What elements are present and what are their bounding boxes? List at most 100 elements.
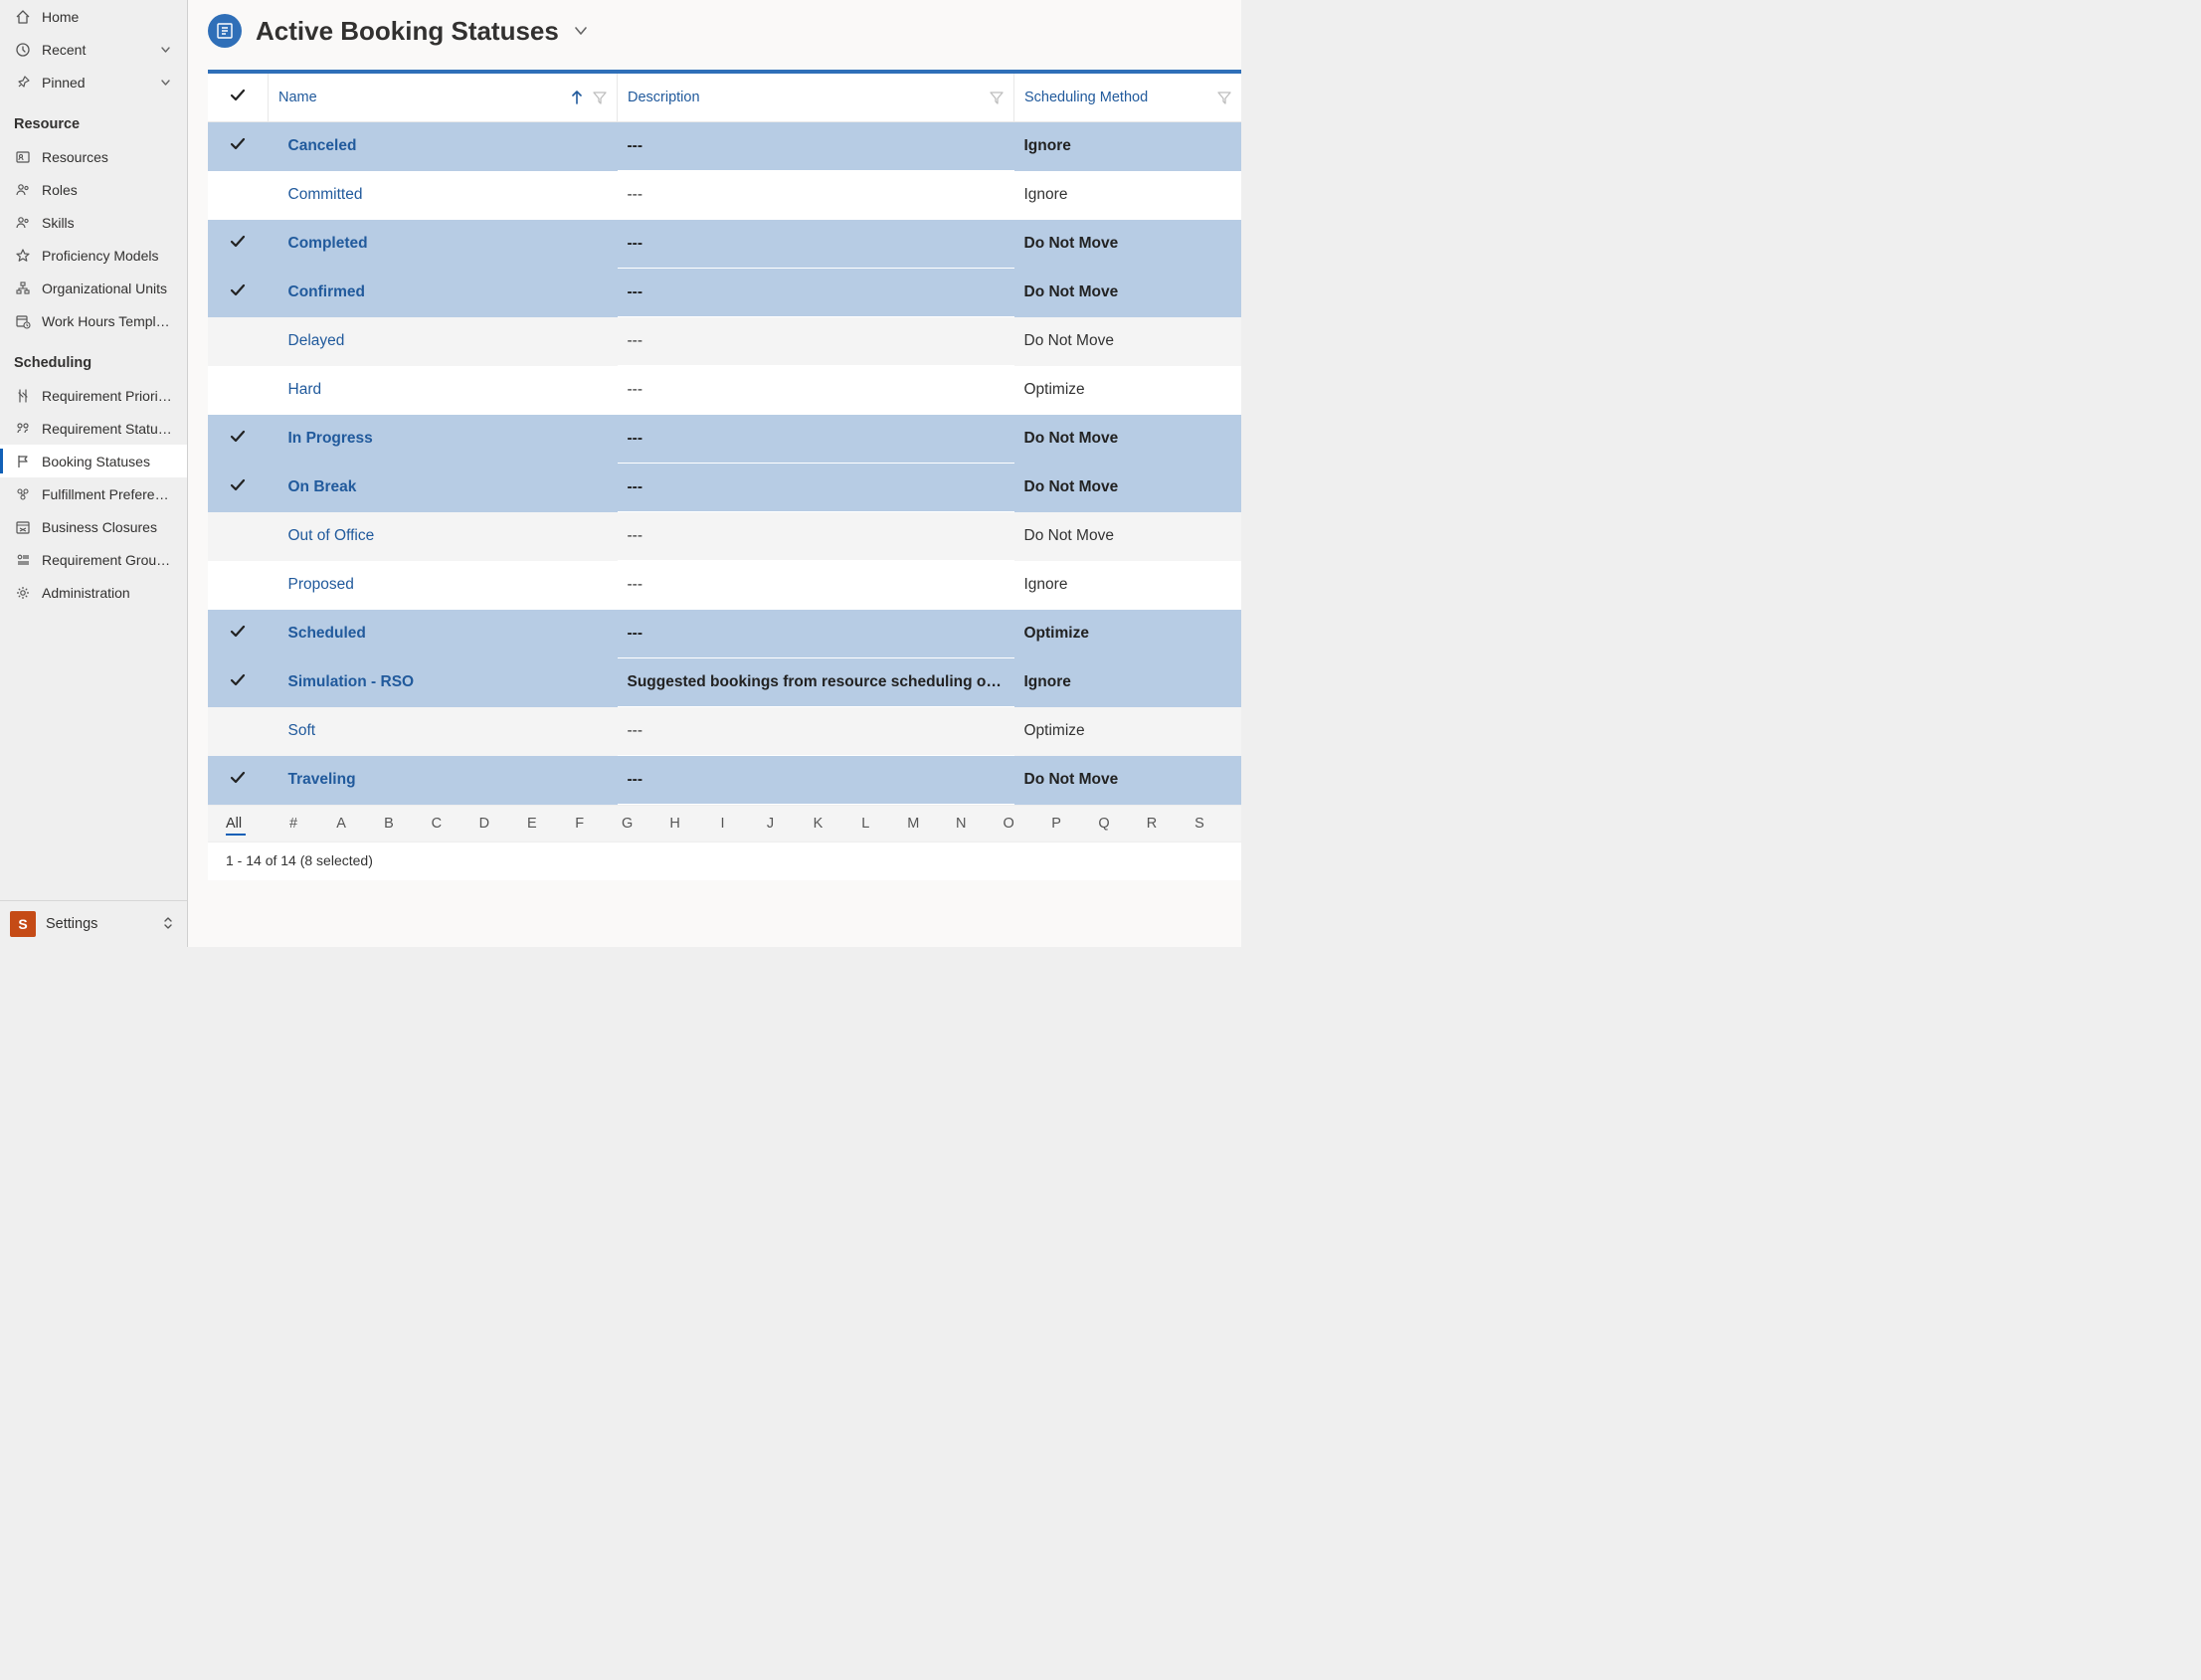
nav-item-recent[interactable]: Recent <box>0 33 187 66</box>
nav-item-business-closures[interactable]: Business Closures <box>0 510 187 543</box>
record-link[interactable]: Scheduled <box>288 625 366 642</box>
page-title[interactable]: Active Booking Statuses <box>256 16 559 47</box>
table-row[interactable]: Hard---Optimize <box>208 366 1241 415</box>
record-count: 1 - 14 of 14 (8 selected) <box>226 852 373 868</box>
row-select[interactable] <box>208 610 269 658</box>
alpha-filter-j[interactable]: J <box>747 816 795 832</box>
chevron-down-icon[interactable] <box>573 23 589 39</box>
record-link[interactable]: Simulation - RSO <box>288 673 415 690</box>
record-link[interactable]: Committed <box>288 186 363 203</box>
cell-description: --- <box>618 220 1014 269</box>
select-all-header[interactable] <box>208 74 269 122</box>
record-link[interactable]: Completed <box>288 235 368 252</box>
alpha-filter-e[interactable]: E <box>508 816 556 832</box>
nav-item-pinned[interactable]: Pinned <box>0 66 187 98</box>
row-select[interactable] <box>208 658 269 707</box>
alpha-filter-l[interactable]: L <box>841 816 889 832</box>
row-select[interactable] <box>208 464 269 512</box>
alpha-filter-#[interactable]: # <box>270 816 317 832</box>
table-row[interactable]: Scheduled---Optimize <box>208 610 1241 658</box>
nav-item-roles[interactable]: Roles <box>0 173 187 206</box>
nav-item-work-hours-templates[interactable]: Work Hours Templates <box>0 304 187 337</box>
record-link[interactable]: Hard <box>288 381 322 398</box>
row-select[interactable] <box>208 512 269 561</box>
filter-icon[interactable] <box>990 91 1004 104</box>
table-row[interactable]: Canceled---Ignore <box>208 122 1241 171</box>
record-link[interactable]: On Break <box>288 478 357 495</box>
alpha-filter-d[interactable]: D <box>460 816 508 832</box>
alpha-filter-k[interactable]: K <box>794 816 841 832</box>
sort-asc-icon <box>571 91 583 104</box>
table-row[interactable]: Completed---Do Not Move <box>208 220 1241 269</box>
row-select[interactable] <box>208 561 269 610</box>
record-link[interactable]: Confirmed <box>288 283 366 300</box>
row-select[interactable] <box>208 366 269 415</box>
home-icon <box>14 8 32 26</box>
row-select[interactable] <box>208 122 269 171</box>
row-select[interactable] <box>208 269 269 317</box>
filter-icon[interactable] <box>1217 91 1231 104</box>
nav-label: Requirement Statuses <box>42 421 173 437</box>
alpha-filter-r[interactable]: R <box>1128 816 1176 832</box>
nav-item-requirement-group-[interactable]: Requirement Group … <box>0 543 187 576</box>
area-switcher[interactable]: S Settings <box>0 900 187 947</box>
alpha-filter-i[interactable]: I <box>699 816 747 832</box>
nav-item-skills[interactable]: Skills <box>0 206 187 239</box>
nav-item-booking-statuses[interactable]: Booking Statuses <box>0 445 187 477</box>
cell-description: --- <box>618 512 1014 561</box>
alpha-filter-g[interactable]: G <box>604 816 651 832</box>
column-header-description[interactable]: Description <box>618 74 1014 122</box>
alpha-filter-s[interactable]: S <box>1176 816 1223 832</box>
alpha-filter-b[interactable]: B <box>365 816 413 832</box>
nav-item-proficiency-models[interactable]: Proficiency Models <box>0 239 187 272</box>
record-link[interactable]: Traveling <box>288 771 356 788</box>
table-row[interactable]: In Progress---Do Not Move <box>208 415 1241 464</box>
alpha-filter-n[interactable]: N <box>937 816 985 832</box>
alpha-filter-a[interactable]: A <box>317 816 365 832</box>
alpha-filter-m[interactable]: M <box>889 816 937 832</box>
table-row[interactable]: Confirmed---Do Not Move <box>208 269 1241 317</box>
nav-label: Resources <box>42 149 173 165</box>
table-row[interactable]: Soft---Optimize <box>208 707 1241 756</box>
nav-item-home[interactable]: Home <box>0 0 187 33</box>
cell-name: In Progress <box>269 415 618 464</box>
row-select[interactable] <box>208 756 269 805</box>
record-link[interactable]: In Progress <box>288 430 373 447</box>
table-row[interactable]: Traveling---Do Not Move <box>208 756 1241 805</box>
alpha-filter-p[interactable]: P <box>1032 816 1080 832</box>
row-select[interactable] <box>208 317 269 366</box>
nav-item-resources[interactable]: Resources <box>0 140 187 173</box>
alpha-filter-q[interactable]: Q <box>1080 816 1128 832</box>
column-header-method[interactable]: Scheduling Method <box>1014 74 1242 122</box>
record-link[interactable]: Out of Office <box>288 527 375 544</box>
alpha-filter-all[interactable]: All <box>226 816 270 832</box>
row-select[interactable] <box>208 220 269 269</box>
nav-item-requirement-statuses[interactable]: Requirement Statuses <box>0 412 187 445</box>
table-row[interactable]: Delayed---Do Not Move <box>208 317 1241 366</box>
row-select[interactable] <box>208 415 269 464</box>
alpha-filter-o[interactable]: O <box>985 816 1032 832</box>
alpha-filter-f[interactable]: F <box>556 816 604 832</box>
record-link[interactable]: Soft <box>288 722 316 739</box>
nav-item-organizational-units[interactable]: Organizational Units <box>0 272 187 304</box>
nav-item-fulfillment-preferences[interactable]: Fulfillment Preferences <box>0 477 187 510</box>
nav-item-requirement-priorities[interactable]: Requirement Priorities <box>0 379 187 412</box>
filter-icon[interactable] <box>593 91 607 104</box>
nav-item-administration[interactable]: Administration <box>0 576 187 609</box>
reqstatus-icon <box>14 420 32 438</box>
row-select[interactable] <box>208 171 269 220</box>
record-link[interactable]: Proposed <box>288 576 354 593</box>
skills-icon <box>14 214 32 232</box>
table-row[interactable]: Committed---Ignore <box>208 171 1241 220</box>
table-row[interactable]: Out of Office---Do Not Move <box>208 512 1241 561</box>
alpha-filter-c[interactable]: C <box>413 816 460 832</box>
area-badge: S <box>10 911 36 937</box>
table-row[interactable]: Simulation - RSOSuggested bookings from … <box>208 658 1241 707</box>
row-select[interactable] <box>208 707 269 756</box>
record-link[interactable]: Canceled <box>288 137 357 154</box>
record-link[interactable]: Delayed <box>288 332 345 349</box>
column-header-name[interactable]: Name <box>269 74 618 122</box>
alpha-filter-h[interactable]: H <box>651 816 699 832</box>
table-row[interactable]: Proposed---Ignore <box>208 561 1241 610</box>
table-row[interactable]: On Break---Do Not Move <box>208 464 1241 512</box>
